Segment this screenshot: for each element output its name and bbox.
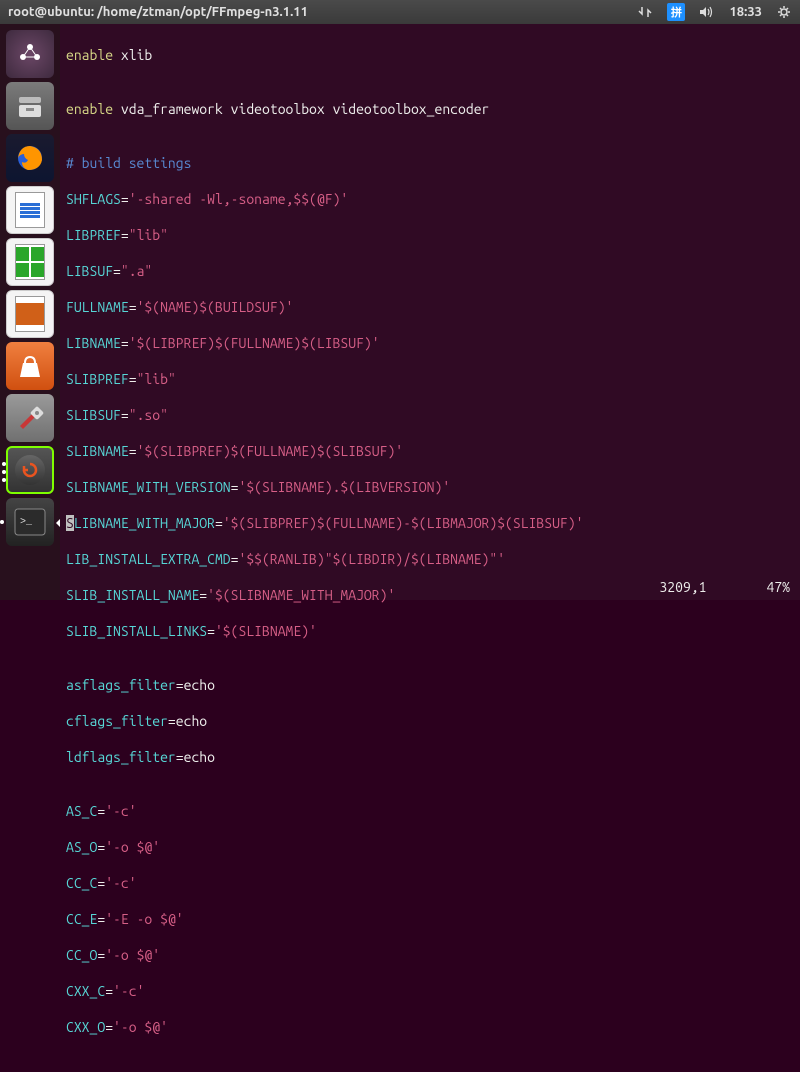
code-text: enable xyxy=(66,101,121,117)
software-center-icon[interactable] xyxy=(6,342,54,390)
gear-icon[interactable] xyxy=(776,4,792,20)
code-var: SHFLAGS xyxy=(66,191,121,207)
code-var: FULLNAME xyxy=(66,299,129,315)
code-var: LIBSUF xyxy=(66,263,113,279)
input-method-icon[interactable]: 拼 xyxy=(667,3,685,21)
libreoffice-impress-icon[interactable] xyxy=(6,290,54,338)
code-var: CXX_C xyxy=(66,983,105,999)
code-str: '-o $@' xyxy=(105,947,160,963)
code-var: SLIBPREF xyxy=(66,371,129,387)
code-str: '$(LIBPREF)$(FULLNAME)$(LIBSUF)' xyxy=(129,335,380,351)
code-var: LIBNAME xyxy=(66,335,121,351)
code-text: xlib xyxy=(121,47,152,63)
dash-icon[interactable] xyxy=(6,30,54,78)
code-text: =echo xyxy=(168,713,207,729)
code-var: CC_C xyxy=(66,875,97,891)
top-menu-bar: root@ubuntu: /home/ztman/opt/FFmpeg-n3.1… xyxy=(0,0,800,24)
code-var: SLIB_INSTALL_NAME xyxy=(66,587,199,603)
window-title: root@ubuntu: /home/ztman/opt/FFmpeg-n3.1… xyxy=(8,5,637,19)
code-var: asflags_filter xyxy=(66,677,176,693)
code-var: CC_E xyxy=(66,911,97,927)
code-var: CXX_O xyxy=(66,1019,105,1035)
code-str: '$(SLIBNAME)' xyxy=(215,623,317,639)
code-text: =echo xyxy=(176,677,215,693)
vim-status-line: 3209,1 47% xyxy=(659,578,790,596)
code-str: ".a" xyxy=(121,263,152,279)
cursor: S xyxy=(66,515,74,531)
launcher: >_ xyxy=(0,24,60,600)
libreoffice-writer-icon[interactable] xyxy=(6,186,54,234)
code-str: '-shared -Wl,-soname,$$(@F)' xyxy=(129,191,349,207)
code-var: SLIB_INSTALL_LINKS xyxy=(66,623,207,639)
code-str: "lib" xyxy=(129,227,168,243)
code-var: AS_O xyxy=(66,839,97,855)
code-comment: # build settings xyxy=(66,154,794,172)
terminal-icon[interactable]: >_ xyxy=(6,498,54,546)
code-var: ldflags_filter xyxy=(66,749,176,765)
code-str: '-c' xyxy=(113,983,144,999)
code-str: '-E -o $@' xyxy=(105,911,183,927)
code-str: '$(SLIBPREF)$(FULLNAME)-$(LIBMAJOR)$(SLI… xyxy=(223,515,584,531)
terminal-content[interactable]: enable xlib enable vda_framework videoto… xyxy=(60,24,800,600)
code-var: LIBNAME_WITH_MAJOR xyxy=(74,515,215,531)
indicator-area: 拼 18:33 xyxy=(637,3,792,21)
code-str: '-o $@' xyxy=(113,1019,168,1035)
code-var: SLIBNAME_WITH_VERSION xyxy=(66,479,231,495)
code-text: =echo xyxy=(176,749,215,765)
code-var: AS_C xyxy=(66,803,97,819)
code-var: SLIBNAME xyxy=(66,443,129,459)
code-str: '$(NAME)$(BUILDSUF)' xyxy=(137,299,294,315)
code-str: ".so" xyxy=(129,407,168,423)
settings-icon[interactable] xyxy=(6,394,54,442)
scroll-percent: 47% xyxy=(766,578,790,596)
code-var: LIB_INSTALL_EXTRA_CMD xyxy=(66,551,231,567)
code-text: enable xyxy=(66,47,121,63)
code-str: '$$(RANLIB)"$(LIBDIR)/$(LIBNAME)"' xyxy=(238,551,505,567)
svg-text:>_: >_ xyxy=(20,517,33,528)
code-var: cflags_filter xyxy=(66,713,168,729)
cursor-position: 3209,1 xyxy=(659,578,706,596)
code-str: '-o $@' xyxy=(105,839,160,855)
code-str: '$(SLIBPREF)$(FULLNAME)$(SLIBSUF)' xyxy=(137,443,404,459)
volume-icon[interactable] xyxy=(699,4,715,20)
firefox-icon[interactable] xyxy=(6,134,54,182)
libreoffice-calc-icon[interactable] xyxy=(6,238,54,286)
files-icon[interactable] xyxy=(6,82,54,130)
code-str: '-c' xyxy=(105,875,136,891)
code-str: '-c' xyxy=(105,803,136,819)
software-updater-icon[interactable] xyxy=(6,446,54,494)
code-var: SLIBSUF xyxy=(66,407,121,423)
code-text: vda_framework videotoolbox videotoolbox_… xyxy=(121,101,489,117)
code-str: "lib" xyxy=(137,371,176,387)
clock[interactable]: 18:33 xyxy=(729,5,762,19)
code-var: CC_O xyxy=(66,947,97,963)
code-str: '$(SLIBNAME).$(LIBVERSION)' xyxy=(238,479,450,495)
network-icon[interactable] xyxy=(637,4,653,20)
code-var: LIBPREF xyxy=(66,227,121,243)
code-str: '$(SLIBNAME_WITH_MAJOR)' xyxy=(207,587,395,603)
